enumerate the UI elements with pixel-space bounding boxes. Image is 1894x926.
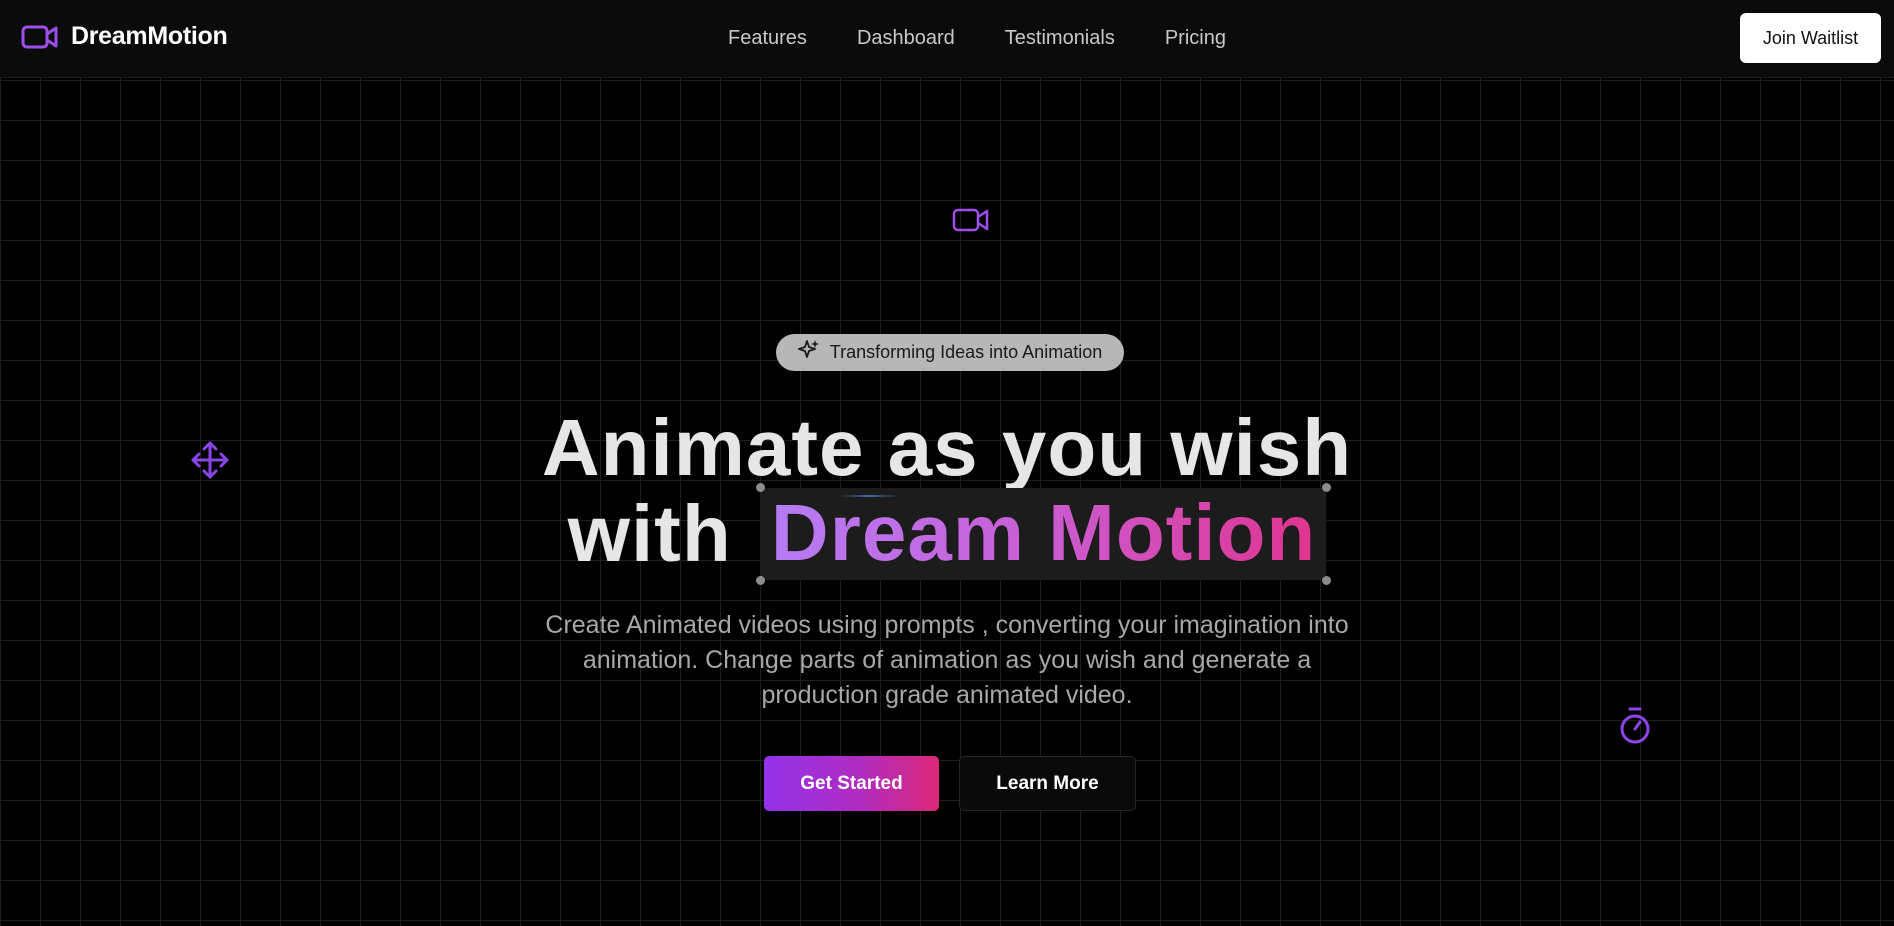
nav-item-pricing[interactable]: Pricing xyxy=(1165,24,1226,52)
headline-highlight: Dream Motion xyxy=(770,488,1317,577)
brand-name: DreamMotion xyxy=(71,22,228,50)
top-navbar: DreamMotion Features Dashboard Testimoni… xyxy=(0,0,1894,78)
brand-logo-link[interactable]: DreamMotion xyxy=(21,22,228,51)
hero-headline: Animate as you wish with Dream Motion xyxy=(0,403,1894,585)
badge-text: Transforming Ideas into Animation xyxy=(829,342,1103,362)
headline-prefix: with xyxy=(567,489,732,578)
nav-item-testimonials[interactable]: Testimonials xyxy=(1005,24,1115,52)
headline-line-2: with Dream Motion xyxy=(567,483,1332,585)
video-camera-icon xyxy=(21,23,59,51)
learn-more-button[interactable]: Learn More xyxy=(959,756,1136,811)
selection-box: Dream Motion xyxy=(755,483,1332,585)
video-camera-icon xyxy=(952,206,990,239)
resize-handle-bottom-right[interactable] xyxy=(1322,576,1332,585)
nav-item-features[interactable]: Features xyxy=(728,24,807,52)
page: DreamMotion Features Dashboard Testimoni… xyxy=(0,0,1894,926)
join-waitlist-button[interactable]: Join Waitlist xyxy=(1740,13,1881,63)
selection-mark xyxy=(838,495,899,497)
resize-handle-top-left[interactable] xyxy=(755,483,765,492)
tagline-badge: Transforming Ideas into Animation xyxy=(776,334,1124,371)
get-started-button[interactable]: Get Started xyxy=(764,756,939,811)
sparkles-icon xyxy=(797,339,820,366)
resize-handle-bottom-left[interactable] xyxy=(755,576,765,585)
nav-item-dashboard[interactable]: Dashboard xyxy=(857,24,955,52)
main-nav: Features Dashboard Testimonials Pricing xyxy=(728,24,1226,52)
timer-icon xyxy=(1618,706,1652,751)
hero-description: Create Animated videos using prompts , c… xyxy=(545,611,1349,709)
headline-line-1: Animate as you wish xyxy=(541,403,1353,492)
